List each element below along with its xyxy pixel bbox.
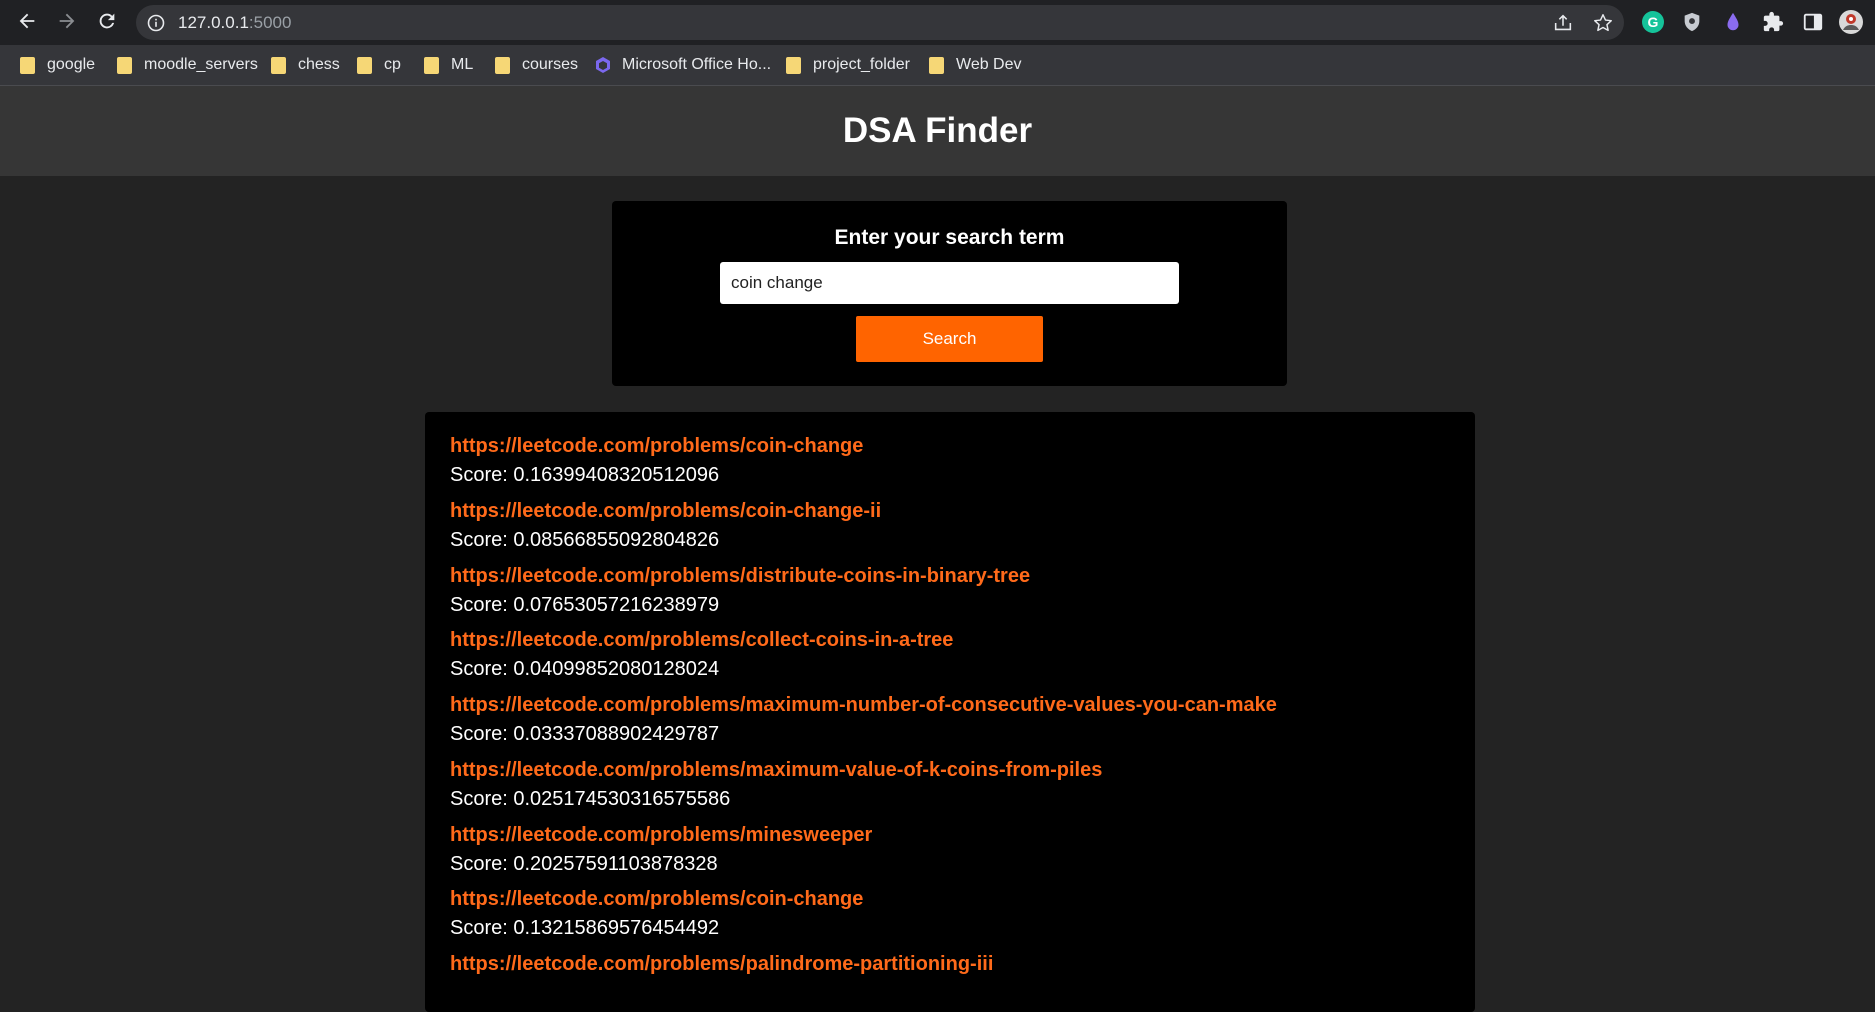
bookmark-google[interactable]: google xyxy=(20,53,95,77)
search-button[interactable]: Search xyxy=(856,316,1043,362)
folder-icon xyxy=(271,56,286,74)
result-score: Score: 0.16399408320512096 xyxy=(450,464,720,486)
bookmark-ml[interactable]: ML xyxy=(424,53,473,77)
bookmark-courses[interactable]: courses xyxy=(495,53,578,77)
search-input[interactable] xyxy=(720,262,1179,304)
office-icon xyxy=(594,56,612,74)
result-link[interactable]: https://leetcode.com/problems/distribute… xyxy=(450,564,1030,588)
result-item: https://leetcode.com/problems/maximum-nu… xyxy=(450,693,1277,746)
result-link[interactable]: https://leetcode.com/problems/coin-chang… xyxy=(450,499,881,523)
page-header: DSA Finder xyxy=(0,86,1875,176)
result-item: https://leetcode.com/problems/maximum-va… xyxy=(450,758,1102,811)
bookmark-label: Web Dev xyxy=(956,56,1022,73)
result-item: https://leetcode.com/problems/coin-chang… xyxy=(450,434,863,487)
folder-icon xyxy=(424,56,439,74)
search-card: Enter your search term Search xyxy=(612,201,1287,386)
profile-avatar[interactable] xyxy=(1838,9,1864,35)
bookmark-label: google xyxy=(47,56,96,73)
result-item: https://leetcode.com/problems/collect-co… xyxy=(450,628,953,681)
drop-icon[interactable] xyxy=(1720,9,1746,35)
bookmark-label: cp xyxy=(384,56,401,73)
result-score: Score: 0.20257591103878328 xyxy=(450,853,718,875)
bookmark-microsoft-office[interactable]: Microsoft Office Ho... xyxy=(594,53,771,77)
result-link[interactable]: https://leetcode.com/problems/coin-chang… xyxy=(450,434,863,458)
folder-icon xyxy=(929,56,944,74)
search-label: Enter your search term xyxy=(834,226,1065,249)
share-icon[interactable] xyxy=(1552,12,1574,34)
result-link[interactable]: https://leetcode.com/problems/maximum-va… xyxy=(450,758,1102,782)
result-link[interactable]: https://leetcode.com/problems/collect-co… xyxy=(450,628,953,652)
bookmark-chess[interactable]: chess xyxy=(271,53,340,77)
extensions-icon[interactable] xyxy=(1760,9,1786,35)
result-link[interactable]: https://leetcode.com/problems/minesweepe… xyxy=(450,823,872,847)
url-text[interactable]: 127.0.0.1:5000 xyxy=(178,13,291,33)
results-panel: https://leetcode.com/problems/coin-chang… xyxy=(425,412,1475,1012)
folder-icon xyxy=(117,56,132,74)
url-host: 127.0.0.1 xyxy=(178,13,249,32)
bookmark-label: project_folder xyxy=(813,56,910,73)
result-link[interactable]: https://leetcode.com/problems/coin-chang… xyxy=(450,887,863,911)
site-info-icon[interactable] xyxy=(146,13,166,33)
address-bar[interactable]: 127.0.0.1:5000 xyxy=(136,5,1624,40)
result-score: Score: 0.03337088902429787 xyxy=(450,723,720,745)
bookmark-label: Microsoft Office Ho... xyxy=(622,56,772,73)
result-score: Score: 0.04099852080128024 xyxy=(450,658,720,680)
side-panel-icon[interactable] xyxy=(1800,9,1826,35)
bookmark-star-icon[interactable] xyxy=(1592,12,1614,34)
reload-icon[interactable] xyxy=(92,6,122,36)
result-score: Score: 0.025174530316575586 xyxy=(450,788,731,810)
folder-icon xyxy=(786,56,801,74)
result-link[interactable]: https://leetcode.com/problems/maximum-nu… xyxy=(450,693,1277,717)
page-title: DSA Finder xyxy=(842,111,1033,150)
result-item: https://leetcode.com/problems/coin-chang… xyxy=(450,887,863,940)
result-item: https://leetcode.com/problems/minesweepe… xyxy=(450,823,872,876)
folder-icon xyxy=(495,56,510,74)
back-icon[interactable] xyxy=(12,6,42,36)
grammarly-icon[interactable]: G xyxy=(1640,9,1666,35)
folder-icon xyxy=(20,56,35,74)
bookmark-label: courses xyxy=(522,56,579,73)
result-item: https://leetcode.com/problems/coin-chang… xyxy=(450,499,881,552)
result-score: Score: 0.07653057216238979 xyxy=(450,594,720,616)
svg-text:G: G xyxy=(1648,14,1659,30)
bookmark-label: chess xyxy=(298,56,340,73)
bookmark-label: ML xyxy=(451,56,474,73)
result-score: Score: 0.08566855092804826 xyxy=(450,529,720,551)
bookmark-cp[interactable]: cp xyxy=(357,53,401,77)
bookmark-project-folder[interactable]: project_folder xyxy=(786,53,910,77)
result-score: Score: 0.13215869576454492 xyxy=(450,917,720,939)
result-item: https://leetcode.com/problems/distribute… xyxy=(450,564,1030,617)
bookmarks-bar: google moodle_servers chess cp ML course… xyxy=(0,45,1875,86)
bookmark-web-dev[interactable]: Web Dev xyxy=(929,53,1022,77)
bookmark-moodle-servers[interactable]: moodle_servers xyxy=(117,53,258,77)
browser-toolbar: 127.0.0.1:5000 G xyxy=(0,0,1875,45)
shield-icon[interactable] xyxy=(1679,9,1705,35)
forward-icon[interactable] xyxy=(52,6,82,36)
bookmark-label: moodle_servers xyxy=(144,56,258,73)
url-port: :5000 xyxy=(248,13,292,32)
result-link[interactable]: https://leetcode.com/problems/palindrome… xyxy=(450,952,993,976)
folder-icon xyxy=(357,56,372,74)
